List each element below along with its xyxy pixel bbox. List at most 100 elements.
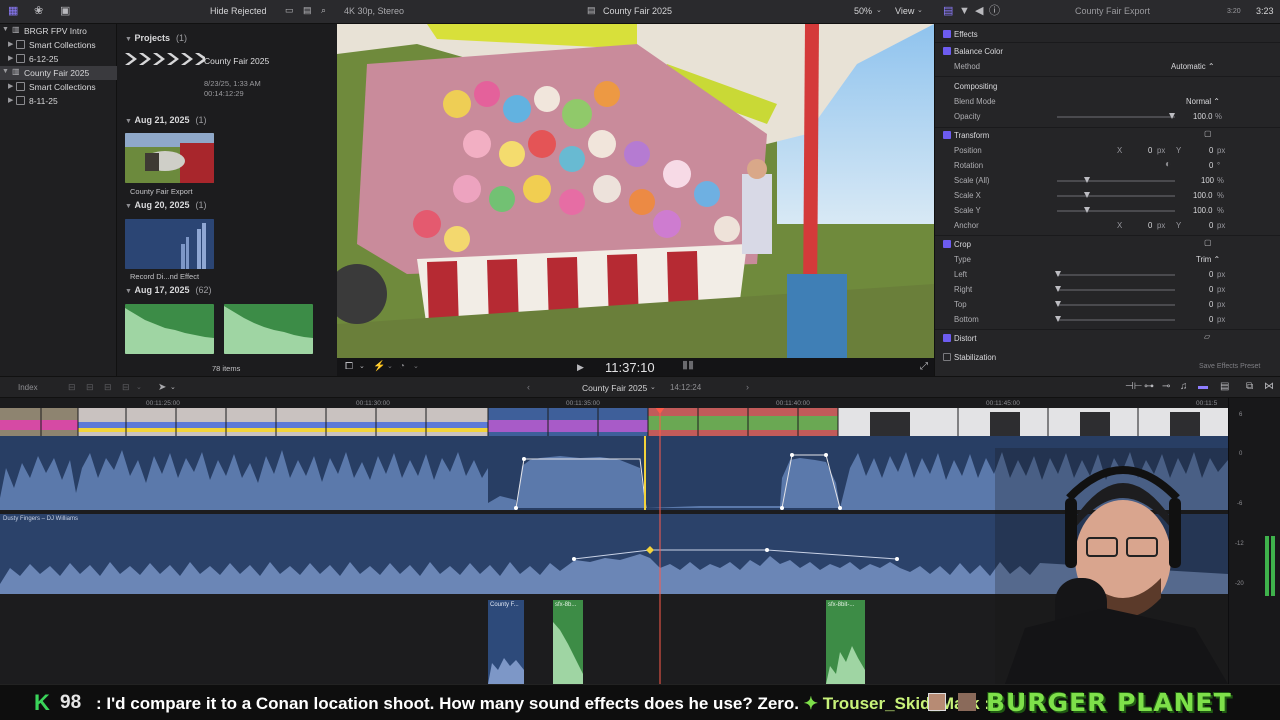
effects-section[interactable]: Effects <box>935 27 1280 42</box>
chevron-down-icon[interactable]: ⌄ <box>650 384 656 391</box>
compositing-header[interactable]: Compositing <box>935 79 1280 94</box>
clip-appearance-icon[interactable]: ▤ <box>1220 382 1229 392</box>
event-item[interactable]: ▶ 6-12-25 <box>0 52 117 66</box>
disclosure-closed-icon[interactable]: ▶ <box>8 96 13 104</box>
chevron-down-icon[interactable]: ⌄ <box>387 363 393 370</box>
zoom-popup[interactable]: 50% <box>854 6 872 16</box>
crop-top-slider[interactable] <box>1057 304 1175 306</box>
opacity-slider[interactable] <box>1057 116 1175 118</box>
overwrite-icon[interactable]: ⊟ <box>104 383 112 392</box>
scale-slider[interactable] <box>1057 180 1175 182</box>
chevron-down-icon[interactable]: ⌄ <box>136 384 142 391</box>
save-effects-preset-button[interactable]: Save Effects Preset <box>1199 363 1260 370</box>
distort-section[interactable]: Distort ▱ <box>935 331 1280 346</box>
search-icon[interactable]: ⌕ <box>321 6 326 15</box>
checkbox-checked-icon[interactable] <box>943 47 951 55</box>
crop-right-slider[interactable] <box>1057 289 1175 291</box>
onscreen-controls-icon[interactable]: ▢ <box>1204 130 1212 138</box>
smart-collections-item[interactable]: ▶ Smart Collections <box>0 38 117 52</box>
blend-mode-popup[interactable]: Normal ⌃ <box>1186 97 1220 106</box>
magic-wand-icon[interactable]: ⚡ <box>373 362 385 372</box>
chevron-down-icon[interactable]: ⌄ <box>170 384 176 391</box>
speed-icon[interactable]: ◔ <box>399 362 405 372</box>
rotation-dial-icon[interactable]: ◐ <box>1165 160 1171 170</box>
position-x-value[interactable]: 0 <box>1148 146 1152 155</box>
event-date-header[interactable]: ▼ Aug 17, 2025 (62) <box>125 285 212 295</box>
timeline-project-name[interactable]: County Fair 2025 <box>582 383 647 393</box>
smart-collections-item[interactable]: ▶ Smart Collections <box>0 80 117 94</box>
headphones-icon[interactable]: ♫ <box>1180 382 1188 392</box>
skimming-icon[interactable]: ⊣⊢ <box>1125 382 1142 392</box>
select-tool-icon[interactable]: ➤ <box>158 383 166 393</box>
event-date-header[interactable]: ▼ Aug 20, 2025 (1) <box>125 200 206 210</box>
disclosure-closed-icon[interactable]: ▶ <box>8 82 13 90</box>
audio-clip-thumbnail[interactable] <box>224 304 313 354</box>
event-item[interactable]: ▶ 8-11-25 <box>0 94 117 108</box>
play-icon[interactable]: ▶ <box>577 363 584 372</box>
library-item[interactable]: ▼ ▥ BRGR FPV Intro <box>0 24 117 38</box>
titles-icon[interactable]: ▣ <box>60 6 70 17</box>
audio-inspector-icon[interactable]: ◀ <box>975 6 983 17</box>
scale-x-slider[interactable] <box>1057 195 1175 197</box>
crop-left-slider[interactable] <box>1057 274 1175 276</box>
photos-icon[interactable]: ❀ <box>34 6 43 17</box>
info-icon[interactable]: ⓘ <box>989 6 1000 17</box>
sfx-clip[interactable] <box>826 600 865 684</box>
checkbox-checked-icon[interactable] <box>943 30 951 38</box>
color-inspector-icon[interactable]: ▼ <box>959 6 970 17</box>
effects-browser-icon[interactable]: ⧉ <box>1246 382 1253 392</box>
forward-arrow-icon[interactable]: › <box>746 383 749 392</box>
disclosure-open-icon[interactable]: ▼ <box>2 68 9 75</box>
position-y-value[interactable]: 0 <box>1209 146 1213 155</box>
snapping-icon[interactable]: ▬ <box>1198 382 1208 392</box>
primary-clip-filmstrip[interactable] <box>0 408 1228 436</box>
video-frame[interactable] <box>337 24 934 358</box>
checkbox-checked-icon[interactable] <box>943 334 951 342</box>
opacity-value[interactable]: 100.0 <box>1193 112 1213 121</box>
library-item-selected[interactable]: ▼ ▥ County Fair 2025 <box>0 66 117 80</box>
checkbox-checked-icon[interactable] <box>943 131 951 139</box>
checkbox-unchecked-icon[interactable] <box>943 353 951 361</box>
fullscreen-icon[interactable]: ⤢ <box>920 362 928 372</box>
transitions-browser-icon[interactable]: ⋈ <box>1264 382 1274 392</box>
transform-icon[interactable]: ⧠ <box>345 362 353 372</box>
back-arrow-icon[interactable]: ‹ <box>527 383 530 392</box>
sfx-clip[interactable] <box>553 600 583 684</box>
insert-icon[interactable]: ⊟ <box>86 383 94 392</box>
chevron-down-icon[interactable]: ⌄ <box>359 363 365 370</box>
audio-clip-thumbnail[interactable] <box>125 304 214 354</box>
crop-bottom-slider[interactable] <box>1057 319 1175 321</box>
transform-section[interactable]: Transform ▢ <box>935 128 1280 143</box>
distort-controls-icon[interactable]: ▱ <box>1204 333 1210 341</box>
event-date-header[interactable]: ▼ Aug 21, 2025 (1) <box>125 115 206 125</box>
filter-popup[interactable]: Hide Rejected <box>210 6 267 16</box>
libraries-icon[interactable]: ▦ <box>8 6 18 17</box>
filmstrip-icon[interactable]: ▭ <box>285 6 294 15</box>
sfx-clip[interactable] <box>488 600 524 684</box>
clip-thumbnail[interactable] <box>125 133 214 183</box>
solo-icon[interactable]: ⊸ <box>1162 382 1170 392</box>
video-inspector-icon[interactable]: ▤ <box>943 6 953 17</box>
project-thumbnail[interactable] <box>125 52 205 66</box>
disclosure-open-icon[interactable]: ▼ <box>2 26 9 33</box>
index-button[interactable]: Index <box>18 383 38 392</box>
onscreen-controls-icon[interactable]: ▢ <box>1204 239 1212 247</box>
audio-skimming-icon[interactable]: ⊶ <box>1144 382 1154 392</box>
connect-icon[interactable]: ⊟ <box>122 383 130 392</box>
rotation-value[interactable]: 0 <box>1209 161 1213 170</box>
timeline[interactable]: Dusty Fingers – DJ Williams County F... … <box>0 408 1228 684</box>
view-menu[interactable]: View <box>895 6 914 16</box>
crop-section[interactable]: Crop ▢ <box>935 237 1280 252</box>
disclosure-closed-icon[interactable]: ▶ <box>8 54 13 62</box>
timeline-ruler[interactable]: 00:11:25:00 00:11:30:00 00:11:35:00 00:1… <box>0 398 1228 408</box>
crop-type-popup[interactable]: Trim ⌃ <box>1196 255 1220 264</box>
disclosure-closed-icon[interactable]: ▶ <box>8 40 13 48</box>
scale-y-slider[interactable] <box>1057 210 1175 212</box>
chevron-down-icon[interactable]: ⌄ <box>413 363 419 370</box>
append-icon[interactable]: ⊟ <box>68 383 76 392</box>
projects-header[interactable]: ▼ Projects (1) <box>125 33 187 43</box>
checkbox-checked-icon[interactable] <box>943 240 951 248</box>
balance-color-row[interactable]: Balance Color <box>935 44 1280 59</box>
method-popup[interactable]: Automatic ⌃ <box>1171 62 1214 71</box>
clip-appearance-icon[interactable]: ▤ <box>303 6 312 15</box>
